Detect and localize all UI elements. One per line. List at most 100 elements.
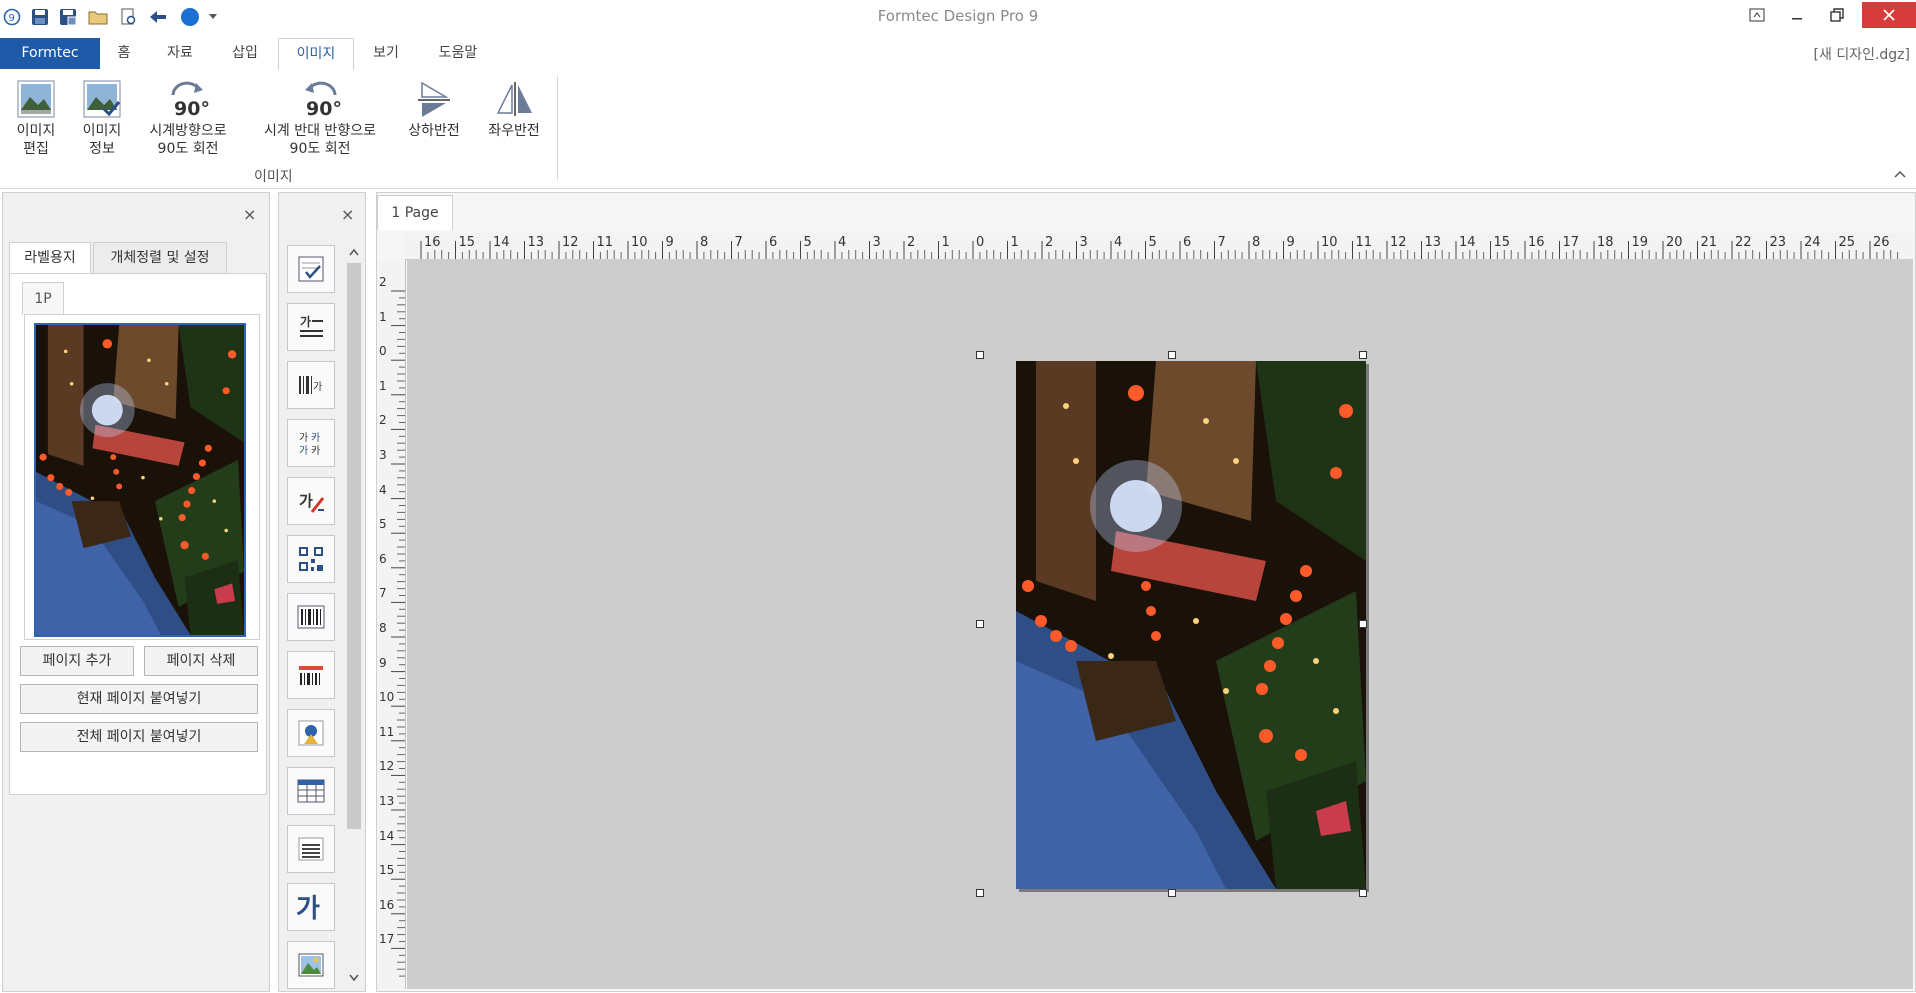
svg-text:가: 가 [299,445,308,457]
ruler-h-label: 16 [424,235,441,250]
ruler-h-label: 1 [1010,235,1019,250]
image-info-label-2: 정보 [89,141,115,157]
ruler-h-label: 6 [1183,235,1192,250]
text-box-tool-icon[interactable]: 가 [287,303,335,351]
toolbox-close-icon[interactable]: × [341,205,354,224]
tab-data[interactable]: 자료 [160,38,200,69]
paste-current-page-button[interactable]: 현재 페이지 붙여넣기 [20,684,258,714]
resize-handle-t[interactable] [1168,351,1176,359]
toolbox-scroll-thumb[interactable] [347,263,361,829]
ribbon-image-panel: 이미지 편집 이미지 정보 90° 시계방향으로 90도 회전 90° 시계 반… [0,70,1916,189]
svg-text:90°: 90° [306,98,342,119]
tab-home[interactable]: 홈 [108,38,140,69]
resize-handle-br[interactable] [1359,889,1367,897]
ruler-h-label: 2 [907,235,916,250]
design-canvas[interactable] [407,259,1913,989]
resize-handle-l[interactable] [976,620,984,628]
tab-label-paper[interactable]: 라벨용지 [9,242,91,273]
ruler-h-label: 19 [1631,235,1649,250]
ruler-h-label: 4 [838,235,847,250]
tab-image[interactable]: 이미지 [278,38,354,71]
ribbon-group-separator [557,76,558,180]
ruler-h-label: 26 [1873,235,1890,250]
ruler-v-label: 8 [379,621,387,635]
tab-formtec[interactable]: Formtec [0,38,100,69]
selected-image[interactable] [1016,361,1366,889]
ruler-h-label: 5 [803,235,812,250]
add-page-button[interactable]: 페이지 추가 [20,646,134,676]
ruler-h-label: 5 [1148,235,1157,250]
ruler-v-label: 9 [379,655,387,670]
label-paper-panel: × 라벨용지 개체정렬 및 설정 1P 페이지 추가 페이지 삭제 현재 페이지… [2,192,270,992]
svg-text:카: 카 [311,432,320,444]
ribbon-group-label: 이미지 [254,169,293,185]
ruler-h-label: 2 [1045,235,1054,250]
delete-page-button[interactable]: 페이지 삭제 [144,646,258,676]
collapse-ribbon-icon[interactable] [1894,166,1906,182]
rotate-ccw-label-1: 시계 반대 반향으로 [264,123,376,139]
label-page[interactable] [1016,361,1366,889]
scroll-down-icon[interactable] [349,971,359,986]
resize-handle-b[interactable] [1168,889,1176,897]
multi-text-tool-icon[interactable]: 가카가카 [287,419,335,467]
rotate-cw-90-icon: 90° [140,76,236,122]
ruler-h-label: 12 [1390,235,1407,250]
lines-tool-icon[interactable] [287,825,335,873]
image-info-icon [74,76,130,122]
toolbox-scrollbar[interactable] [345,241,363,985]
flip-horizontal-label: 좌우반전 [488,123,540,139]
serial-barcode-tool-icon[interactable] [287,651,335,699]
ruler-h-label: 17 [1562,235,1580,250]
paste-all-pages-button[interactable]: 전체 페이지 붙여넣기 [20,722,258,752]
ruler-h-label: 8 [700,235,709,250]
ruler-h-label: 21 [1700,235,1718,250]
tab-insert[interactable]: 삽입 [222,38,268,69]
window-title: Formtec Design Pro 9 [877,7,1039,25]
svg-text:90°: 90° [174,98,210,119]
ruler-h-label: 0 [976,235,985,250]
big-text-tool-icon[interactable]: 가 [287,883,335,931]
restore-button[interactable] [1812,0,1862,30]
table-tool-icon[interactable] [287,767,335,815]
resize-handle-bl[interactable] [976,889,984,897]
checkbox-tool-icon[interactable] [287,245,335,293]
ruler-h-label: 9 [665,235,674,250]
resize-handle-r[interactable] [1359,620,1367,628]
ruler-h-label: 11 [1355,235,1373,250]
page-tab-1p[interactable]: 1P [22,282,64,315]
vertical-ruler[interactable]: 2 1 0 1 2 3 4 5 6 7 8 9 10 11 12 13 14 15 16 17 [377,259,406,989]
qr-code-tool-icon[interactable] [287,535,335,583]
image-edit-button[interactable]: 이미지 편집 [8,76,64,158]
rotate-ccw-button[interactable]: 90° 시계 반대 반향으로 90도 회전 [250,76,390,158]
scroll-up-icon[interactable] [349,245,359,260]
page-thumbnail[interactable] [34,323,246,637]
rotate-cw-button[interactable]: 90° 시계방향으로 90도 회전 [140,76,236,158]
tab-help[interactable]: 도움말 [430,38,486,69]
ruler-h-label: 3 [872,235,881,250]
tab-object-align[interactable]: 개체정렬 및 설정 [93,242,227,274]
ruler-h-label: 14 [493,235,510,250]
tab-view[interactable]: 보기 [366,38,406,69]
ruler-h-label: 10 [631,235,648,250]
image-edit-label-2: 편집 [23,141,49,157]
horizontal-ruler[interactable]: 16 15 14 13 12 11 10 9 8 7 6 5 4 3 2 1 0 1 2 3 4 5 6 7 8 9 10 11 12 1… [405,233,1913,260]
flip-horizontal-button[interactable]: 좌우반전 [478,76,550,140]
rotate-ccw-90-icon: 90° [250,76,390,122]
picture-tool-icon[interactable] [287,941,335,989]
ruler-v-label: 16 [379,897,395,912]
image-info-button[interactable]: 이미지 정보 [74,76,130,158]
barcode-tool-icon[interactable] [287,593,335,641]
tab-page-1[interactable]: 1 Page [377,195,453,230]
text-style-tool-icon[interactable]: 가 [287,477,335,525]
flip-vertical-button[interactable]: 상하반전 [398,76,470,140]
close-button[interactable] [1862,2,1916,28]
ruler-v-label: 12 [379,759,395,774]
barcode-text-tool-icon[interactable]: 가 [287,361,335,409]
resize-handle-tr[interactable] [1359,351,1367,359]
image-badge-tool-icon[interactable] [287,709,335,757]
svg-text:가: 가 [299,492,313,510]
resize-handle-tl[interactable] [976,351,984,359]
panel-close-icon[interactable]: × [243,205,256,224]
object-toolbox: × 가 가 가카가카 가 가 [278,192,366,992]
ruler-v-label: 2 [379,413,387,428]
